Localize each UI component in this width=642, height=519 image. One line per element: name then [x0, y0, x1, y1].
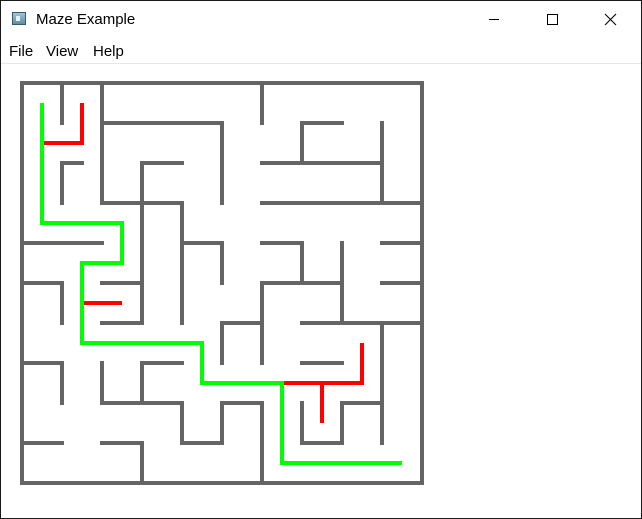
- close-button[interactable]: [587, 1, 633, 39]
- app-window: Maze Example File View Help: [0, 0, 642, 519]
- maze-drawing: [20, 81, 424, 485]
- maze-canvas: [1, 64, 641, 518]
- window-title: Maze Example: [36, 11, 136, 28]
- minimize-button[interactable]: [471, 1, 517, 39]
- app-window-icon: [12, 12, 26, 25]
- menu-help[interactable]: Help: [93, 43, 124, 60]
- menu-bar: File View Help: [1, 39, 641, 64]
- menu-view[interactable]: View: [46, 43, 78, 60]
- close-icon: [604, 13, 617, 26]
- menu-file[interactable]: File: [9, 43, 33, 60]
- minimize-icon: [489, 19, 499, 20]
- title-bar[interactable]: Maze Example: [1, 1, 641, 39]
- maximize-button[interactable]: [529, 1, 575, 39]
- maximize-icon: [547, 14, 558, 25]
